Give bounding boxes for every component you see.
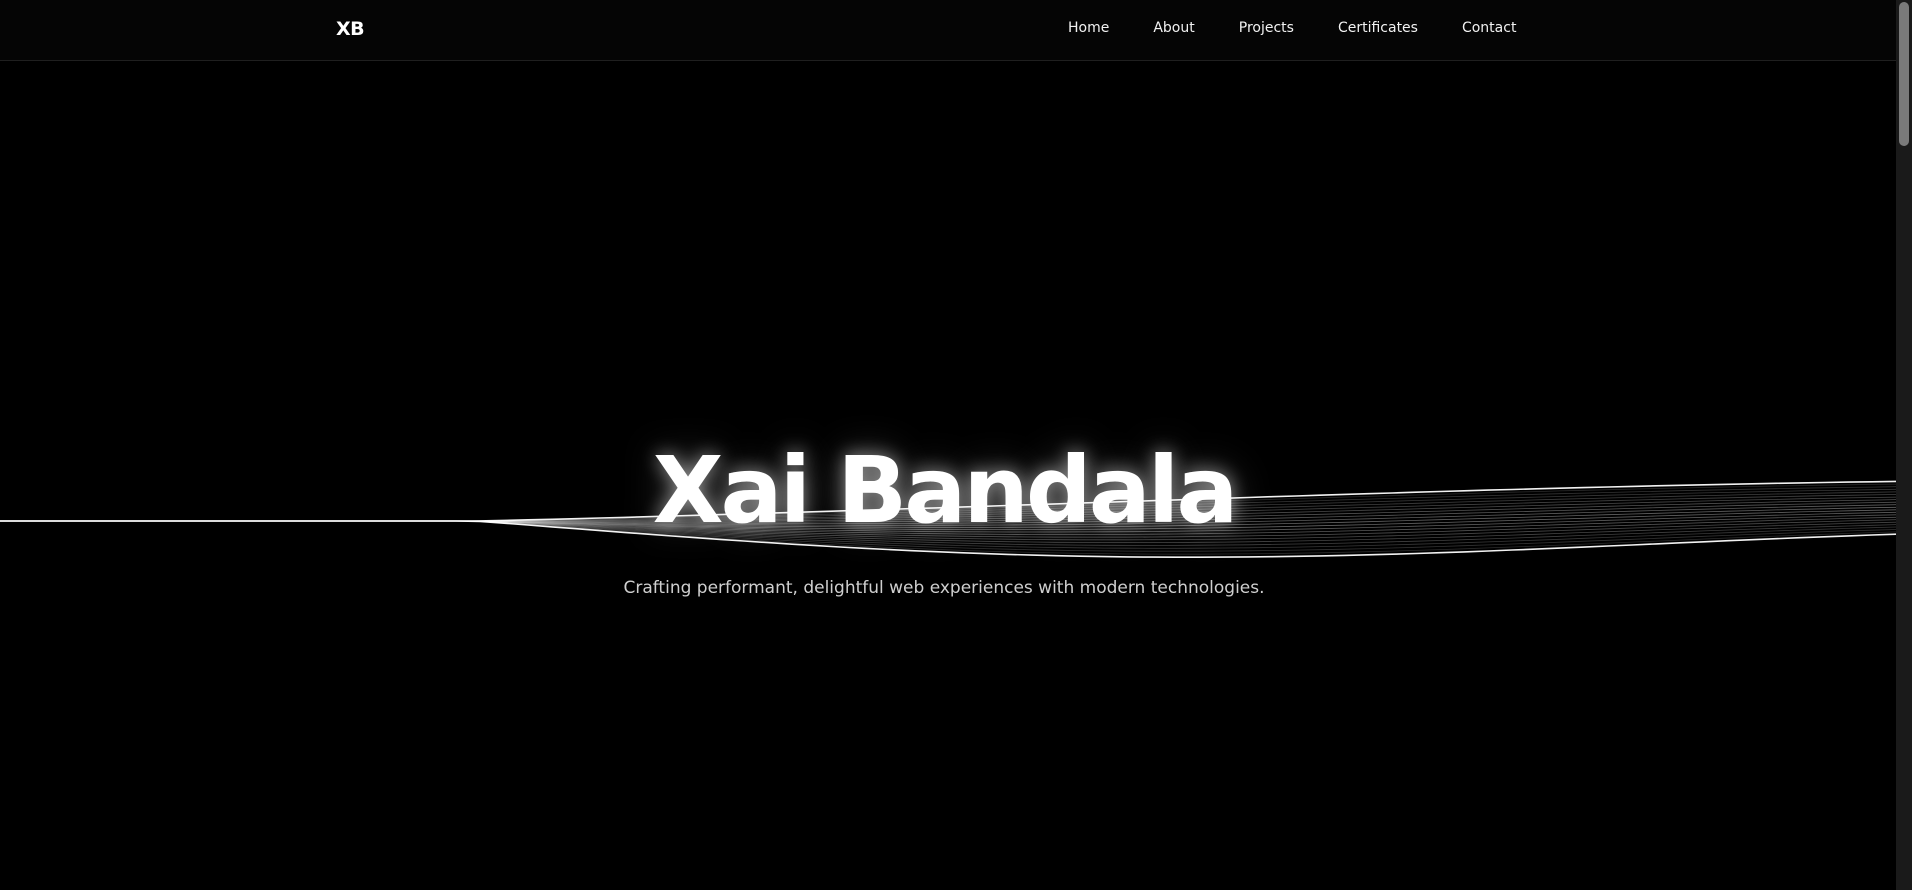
nav-link-contact[interactable]: Contact (1462, 18, 1516, 38)
page-scrollbar[interactable] (1896, 0, 1912, 890)
nav-links: Home About Projects Certificates Contact (1068, 18, 1516, 38)
nav-link-projects[interactable]: Projects (1239, 18, 1294, 38)
logo-link[interactable]: XB (336, 17, 365, 41)
navbar: XB Home About Projects Certificates Cont… (0, 0, 1896, 61)
hero-title: Xai Bandala (652, 437, 1239, 544)
nav-link-about[interactable]: About (1153, 18, 1194, 38)
hero-subtitle: Crafting performant, delightful web expe… (623, 578, 1265, 598)
nav-link-home[interactable]: Home (1068, 18, 1109, 38)
scrollbar-thumb[interactable] (1899, 2, 1909, 146)
page: XB Home About Projects Certificates Cont… (0, 0, 1912, 890)
nav-link-certificates[interactable]: Certificates (1338, 18, 1418, 38)
